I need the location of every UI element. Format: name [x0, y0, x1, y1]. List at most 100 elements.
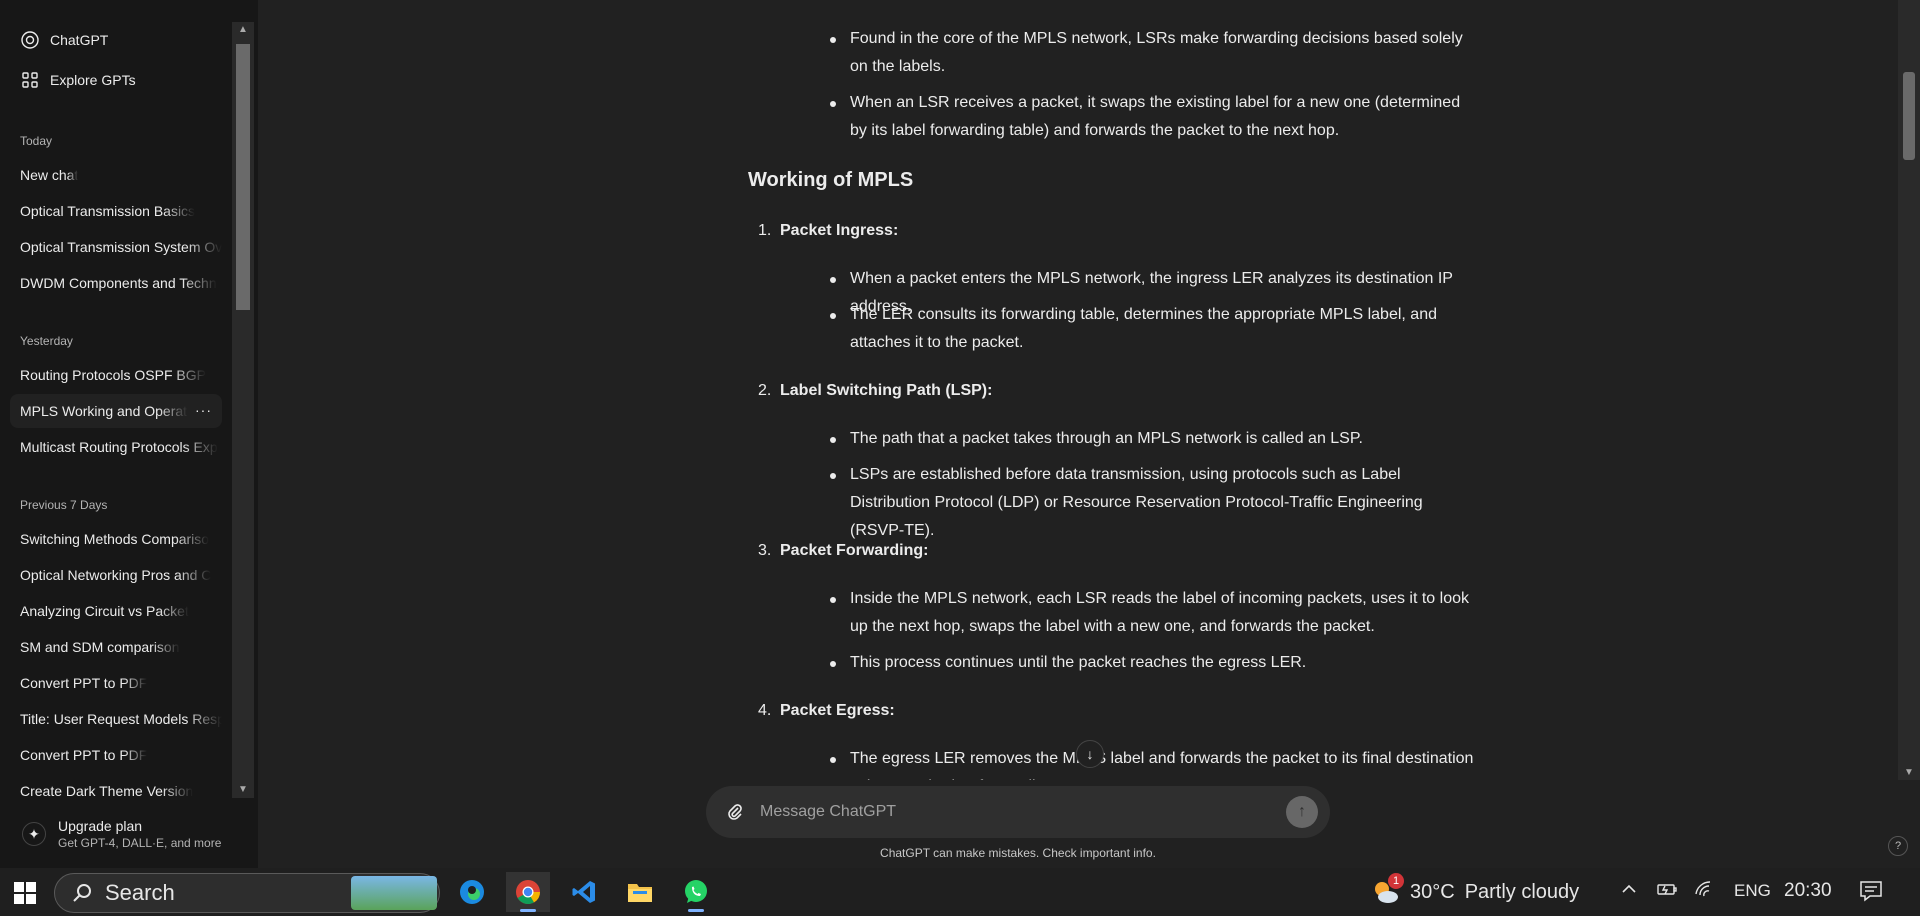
- search-highlight-image: [351, 876, 437, 910]
- active-indicator: [520, 909, 536, 912]
- windows-logo-icon: [14, 882, 24, 892]
- taskbar-clock[interactable]: 20:30: [1784, 880, 1832, 902]
- message-input[interactable]: [752, 803, 1286, 821]
- grid-icon: [20, 70, 40, 90]
- upgrade-plan-button[interactable]: ✦ Upgrade plan Get GPT-4, DALL·E, and mo…: [10, 810, 242, 858]
- step-label: Packet Forwarding: [780, 542, 924, 559]
- chat-title: Optical Transmission System Ov: [20, 239, 222, 255]
- section-title-previous-7-days: Previous 7 Days: [20, 498, 108, 512]
- sidebar-item-chat-active[interactable]: MPLS Working and Operatio ···: [10, 394, 222, 428]
- taskbar-search-box[interactable]: Search: [54, 873, 440, 913]
- sidebar-link-chatgpt[interactable]: ChatGPT: [10, 23, 222, 57]
- help-button[interactable]: ?: [1888, 836, 1908, 856]
- sidebar-item-chat[interactable]: Multicast Routing Protocols Exp: [10, 430, 222, 464]
- chat-title: SM and SDM comparison: [20, 639, 180, 655]
- chat-title: Multicast Routing Protocols Exp: [20, 439, 218, 455]
- sidebar-item-chat[interactable]: Analyzing Circuit vs Packet: [10, 594, 222, 628]
- step-title: 1. Packet Ingress:: [758, 217, 898, 245]
- sidebar-scroll-thumb[interactable]: [236, 44, 250, 310]
- sidebar-item-chat[interactable]: Optical Transmission Basics: [10, 194, 222, 228]
- list-item: LSPs are established before data transmi…: [818, 461, 1478, 545]
- whatsapp-icon: [685, 880, 707, 903]
- attach-button[interactable]: [718, 795, 752, 829]
- step-number: 4.: [758, 702, 772, 719]
- chat-response: Found in the core of the MPLS network, L…: [748, 0, 1728, 780]
- sidebar-item-chat[interactable]: New chat: [10, 158, 222, 192]
- openai-logo-icon: [20, 30, 40, 50]
- sidebar-link-explore-gpts[interactable]: Explore GPTs: [10, 63, 222, 97]
- scroll-down-arrow-icon[interactable]: ▼: [1903, 767, 1915, 778]
- edge-icon: [460, 880, 484, 904]
- step-label: Label Switching Path (LSP): [780, 382, 988, 399]
- sidebar-item-chat[interactable]: Optical Networking Pros and C: [10, 558, 222, 592]
- message-composer: ↑: [706, 786, 1330, 838]
- list-item: The path that a packet takes through an …: [818, 425, 1478, 453]
- step-title: 4. Packet Egress:: [758, 697, 895, 725]
- chat-title: Analyzing Circuit vs Packet: [20, 603, 189, 619]
- language-indicator[interactable]: ENG: [1734, 881, 1771, 901]
- upgrade-title: Upgrade plan: [58, 818, 143, 834]
- weather-widget[interactable]: 1 30°C Partly cloudy: [1370, 873, 1580, 910]
- vscode-app-button[interactable]: [562, 872, 606, 912]
- list-item: This process continues until the packet …: [818, 649, 1478, 677]
- chrome-app-button[interactable]: [506, 872, 550, 912]
- app-window: ChatGPT Explore GPTs Today New chat Opti…: [0, 0, 1920, 916]
- windows-start-button[interactable]: [14, 882, 36, 904]
- chat-title: Routing Protocols OSPF BGP: [20, 367, 206, 383]
- chat-title: Optical Networking Pros and C: [20, 567, 212, 583]
- sidebar-link-label: Explore GPTs: [50, 72, 136, 88]
- disclaimer-text: ChatGPT can make mistakes. Check importa…: [880, 846, 1156, 860]
- scroll-down-arrow-icon[interactable]: ▼: [236, 784, 250, 796]
- sidebar-item-chat[interactable]: Switching Methods Compariso: [10, 522, 222, 556]
- step-label: Packet Egress: [780, 702, 890, 719]
- file-explorer-app-button[interactable]: [618, 872, 662, 912]
- weather-badge: 1: [1388, 873, 1404, 889]
- sidebar-link-label: ChatGPT: [50, 32, 109, 48]
- search-icon: [73, 884, 91, 902]
- paperclip-icon: [728, 804, 742, 820]
- scroll-up-arrow-icon[interactable]: ▲: [236, 24, 250, 36]
- list-item: Found in the core of the MPLS network, L…: [818, 25, 1478, 81]
- chat-title: Optical Transmission Basics: [20, 203, 196, 219]
- sidebar-item-chat[interactable]: Optical Transmission System Ov: [10, 230, 222, 264]
- chat-title: DWDM Components and Techn: [20, 275, 217, 291]
- wifi-icon[interactable]: [1694, 880, 1716, 903]
- battery-icon[interactable]: [1656, 880, 1678, 903]
- main-scroll-thumb[interactable]: [1903, 72, 1915, 160]
- partly-cloudy-icon: 1: [1370, 873, 1404, 907]
- more-options-icon[interactable]: ···: [195, 402, 212, 418]
- sidebar-item-chat[interactable]: SM and SDM comparison: [10, 630, 222, 664]
- chat-title: New chat: [20, 167, 79, 183]
- list-item: Inside the MPLS network, each LSR reads …: [818, 585, 1478, 641]
- chat-title: Convert PPT to PDF: [20, 675, 148, 691]
- sidebar-item-chat[interactable]: Title: User Request Models Resp: [10, 702, 222, 736]
- sidebar-scrollbar[interactable]: ▲ ▼: [232, 22, 254, 798]
- sidebar-item-chat[interactable]: Routing Protocols OSPF BGP: [10, 358, 222, 392]
- sidebar-item-chat[interactable]: DWDM Components and Techn: [10, 266, 222, 300]
- taskbar-search-label: Search: [105, 880, 175, 905]
- weather-temp: 30°C: [1410, 880, 1455, 903]
- chat-title: MPLS Working and Operatio: [20, 403, 188, 419]
- step-number: 2.: [758, 382, 772, 399]
- main-scrollbar[interactable]: ▼: [1898, 0, 1920, 780]
- weather-condition: Partly cloudy: [1464, 880, 1580, 903]
- sidebar-item-chat[interactable]: Convert PPT to PDF: [10, 666, 222, 700]
- list-item: When an LSR receives a packet, it swaps …: [818, 89, 1478, 145]
- sidebar-item-chat[interactable]: Create Dark Theme Version: [10, 774, 222, 808]
- sidebar: ChatGPT Explore GPTs Today New chat Opti…: [0, 0, 258, 868]
- notification-icon[interactable]: [1858, 878, 1884, 904]
- edge-app-button[interactable]: [450, 872, 494, 912]
- chevron-up-icon[interactable]: [1620, 880, 1638, 903]
- send-button[interactable]: ↑: [1286, 796, 1318, 828]
- scroll-to-bottom-button[interactable]: ↓: [1076, 740, 1104, 768]
- windows-taskbar: Search 1 30°C Partly cloudy ENG 20:30: [0, 868, 1920, 916]
- sidebar-item-chat[interactable]: Convert PPT to PDF: [10, 738, 222, 772]
- step-title: 2. Label Switching Path (LSP):: [758, 377, 992, 405]
- file-explorer-icon: [628, 884, 652, 902]
- list-item: The egress LER removes the MPLS label an…: [818, 745, 1478, 780]
- whatsapp-app-button[interactable]: [674, 872, 718, 912]
- upgrade-subtitle: Get GPT-4, DALL·E, and more: [58, 836, 222, 850]
- arrow-down-icon: ↓: [1086, 746, 1094, 762]
- chat-title: Create Dark Theme Version: [20, 783, 194, 799]
- section-title-yesterday: Yesterday: [20, 334, 73, 348]
